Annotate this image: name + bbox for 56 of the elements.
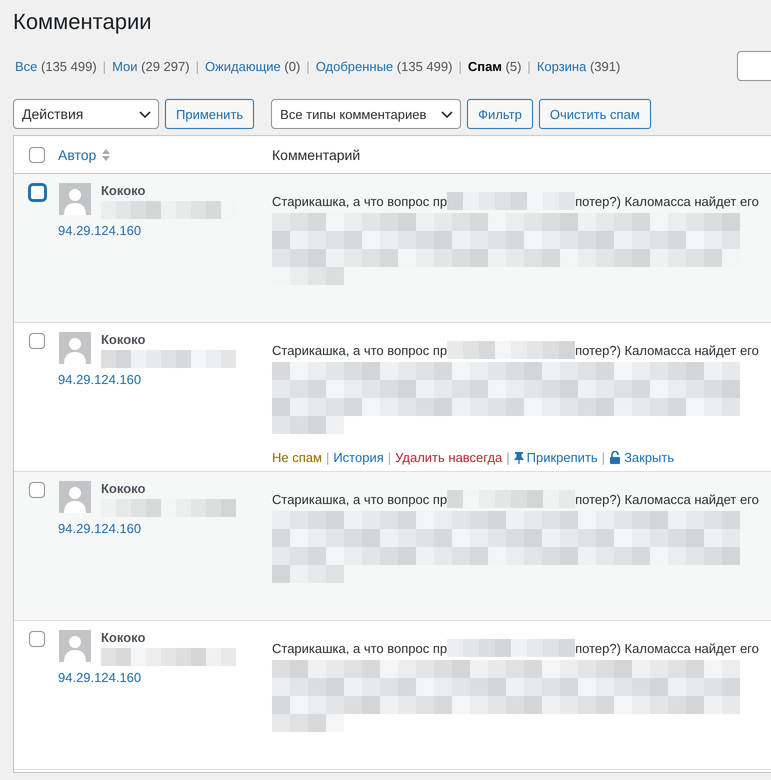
- comment-text: Старикашка, а что вопрос пр: [272, 194, 448, 208]
- apply-button[interactable]: Применить: [165, 99, 254, 129]
- separator: |: [306, 58, 310, 74]
- bulk-actions-select[interactable]: Действия: [13, 99, 159, 129]
- author-name: Кококо: [101, 183, 146, 198]
- empty-spam-button[interactable]: Очистить спам: [538, 99, 651, 129]
- action-link[interactable]: Не спам: [272, 450, 322, 465]
- column-header: Комментарий: [272, 146, 360, 162]
- avatar-icon: [59, 332, 91, 364]
- separator: |: [506, 450, 510, 465]
- select-all-checkbox[interactable]: [29, 146, 45, 162]
- comment-type-select[interactable]: Все типы комментариев: [271, 99, 462, 129]
- pin-icon: [514, 451, 524, 464]
- sort-arrows-icon: [101, 148, 112, 162]
- ip-link[interactable]: 94.29.124.160: [58, 521, 272, 536]
- separator: |: [602, 450, 606, 465]
- separator: |: [527, 58, 531, 74]
- page-title: Комментарии: [13, 8, 152, 35]
- separator: |: [102, 58, 106, 74]
- comment-text: Старикашка, а что вопрос пр: [272, 342, 448, 358]
- ip-link[interactable]: 94.29.124.160: [58, 223, 272, 238]
- ip-link[interactable]: 94.29.124.160: [58, 670, 272, 685]
- action-link[interactable]: Удалить навсегда: [395, 450, 502, 465]
- author-column-sort[interactable]: Автор: [58, 146, 112, 162]
- comment-text: потер?) Каломасса найдет его: [575, 640, 759, 656]
- filter-button[interactable]: Фильтр: [467, 99, 533, 129]
- comment-text: Старикашка, а что вопрос пр: [272, 492, 448, 506]
- filter-link[interactable]: Корзина (391): [536, 58, 620, 74]
- comment-text: потер?) Каломасса найдет его: [575, 342, 759, 358]
- action-link[interactable]: Закрыть: [609, 450, 674, 465]
- comment-text: потер?) Каломасса найдет его: [575, 492, 759, 506]
- unlocked-padlock-icon: [609, 451, 622, 464]
- filter-link[interactable]: Мои (29 297): [112, 58, 190, 74]
- comment-text: Старикашка, а что вопрос пр: [272, 640, 448, 656]
- avatar-icon: [59, 481, 91, 513]
- row-checkbox[interactable]: [29, 631, 45, 647]
- avatar-icon: [59, 183, 91, 215]
- filter-link[interactable]: Ожидающие (0): [204, 58, 300, 74]
- separator: |: [458, 58, 462, 74]
- separator: |: [196, 58, 199, 74]
- separator: |: [326, 450, 330, 465]
- filter-link[interactable]: Все (135 499): [15, 58, 97, 74]
- author-name: Кококо: [101, 332, 146, 347]
- author-name: Кококо: [101, 630, 146, 645]
- row-checkbox[interactable]: [29, 333, 45, 349]
- separator: |: [388, 450, 392, 465]
- filter-link[interactable]: Одобренные (135 499): [316, 58, 452, 74]
- author-name: Кококо: [101, 481, 146, 496]
- filter-link[interactable]: Спам (5): [468, 58, 522, 74]
- action-link[interactable]: Прикрепить: [514, 450, 598, 465]
- row-checkbox[interactable]: [29, 482, 45, 498]
- ip-link[interactable]: 94.29.124.160: [58, 372, 272, 387]
- action-link[interactable]: История: [333, 450, 384, 465]
- search-field[interactable]: [737, 51, 771, 81]
- comment-text: потер?) Каломасса найдет его: [575, 194, 759, 208]
- avatar-icon: [59, 630, 91, 662]
